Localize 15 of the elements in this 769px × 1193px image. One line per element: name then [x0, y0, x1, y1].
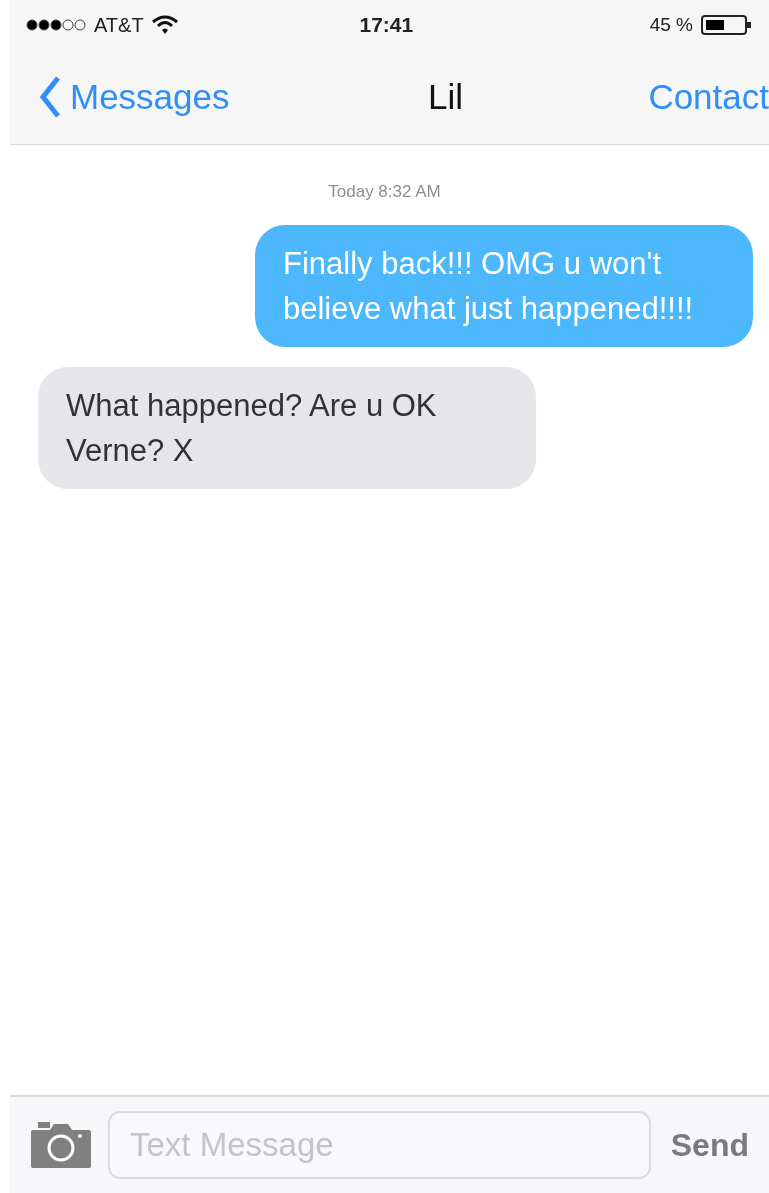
clock-time: 17:41: [359, 12, 414, 39]
battery-icon: [701, 14, 753, 36]
carrier-name: AT&T: [94, 13, 144, 38]
message-timestamp: Today 8:32 AM: [328, 181, 441, 203]
battery-percentage: 45 %: [649, 12, 693, 37]
signal-strength-icon: [26, 18, 86, 32]
camera-icon[interactable]: [30, 1122, 92, 1168]
wifi-icon: [151, 15, 178, 35]
chevron-left-icon: [38, 75, 62, 119]
send-button[interactable]: Send: [666, 1121, 753, 1169]
back-button[interactable]: Messages: [10, 70, 230, 124]
contact-button[interactable]: Contact: [648, 70, 769, 124]
received-message-bubble: What happened? Are u OK Verne? X: [38, 366, 536, 489]
sent-message-bubble: Finally back!!! OMG u won't believe what just happened!!!!: [255, 224, 753, 347]
conversation-title: Lil: [428, 75, 464, 118]
